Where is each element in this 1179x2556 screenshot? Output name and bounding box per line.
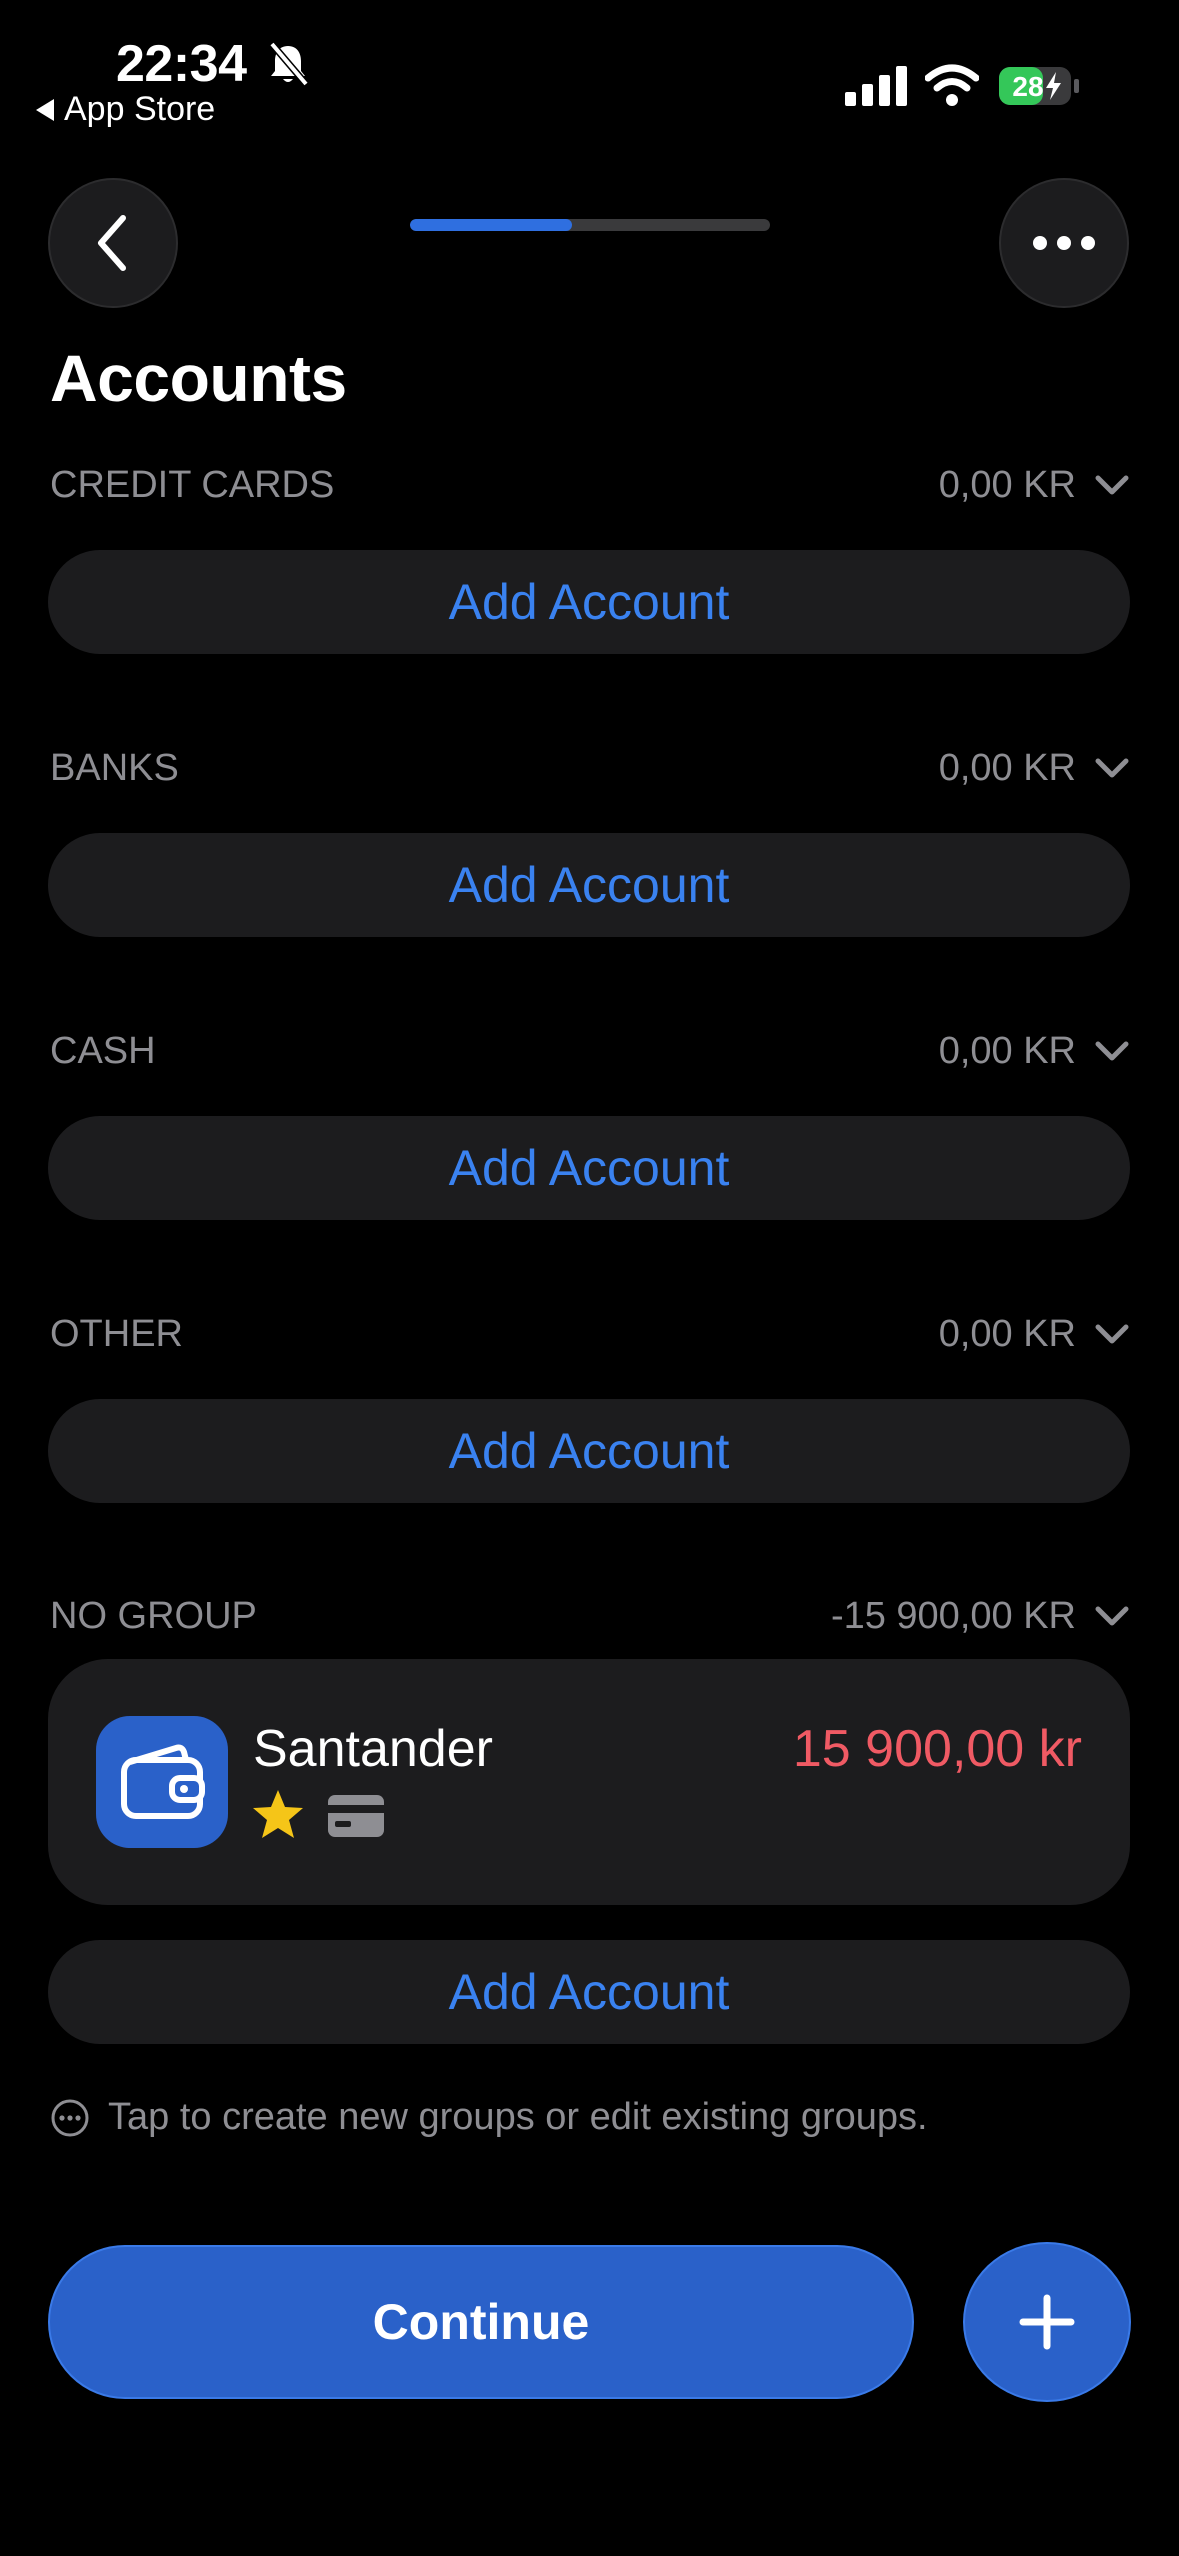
group-header-cash[interactable]: CASH 0,00 KR [50,1026,1130,1076]
group-total: 0,00 KR [938,746,1076,789]
add-account-button-credit-cards[interactable]: Add Account [48,550,1130,654]
card-icon [328,1795,384,1837]
group-header-other[interactable]: OTHER 0,00 KR [50,1309,1130,1359]
hint-text: Tap to create new groups or edit existin… [108,2096,928,2138]
group-header-banks[interactable]: BANKS 0,00 KR [50,743,1130,793]
chevron-down-icon [1095,475,1129,495]
add-account-button-no-group[interactable]: Add Account [48,1940,1130,2044]
group-name: CREDIT CARDS [50,463,335,506]
group-total: 0,00 KR [938,463,1076,506]
group-header-credit-cards[interactable]: CREDIT CARDS 0,00 KR [50,460,1130,510]
wallet-icon [96,1716,228,1848]
group-header-no-group[interactable]: NO GROUP -15 900,00 KR [50,1591,1130,1641]
battery-level: 28 [1012,71,1043,102]
continue-button[interactable]: Continue [48,2245,914,2399]
chevron-down-icon [1095,758,1129,778]
account-amount: 15 900,00 kr [792,1720,1082,1778]
add-account-button-other[interactable]: Add Account [48,1399,1130,1503]
battery-indicator: 28 [998,66,1080,106]
cellular-signal-icon [845,66,907,106]
back-triangle-icon [36,98,54,121]
group-total: 0,00 KR [938,1312,1076,1355]
more-dots-icon [1033,236,1095,250]
wifi-icon [925,64,979,106]
chevron-down-icon [1095,1324,1129,1344]
add-button[interactable] [963,2242,1131,2402]
back-to-app-store[interactable]: App Store [36,90,215,129]
onboarding-progress-bar [410,219,770,231]
back-app-label: App Store [64,90,216,128]
account-card-santander[interactable]: Santander 15 900,00 kr [48,1659,1130,1905]
bell-off-icon [269,41,309,87]
status-time: 22:34 [116,35,247,93]
add-account-button-banks[interactable]: Add Account [48,833,1130,937]
chevron-left-icon [98,215,126,271]
chevron-down-icon [1095,1041,1129,1061]
group-name: NO GROUP [50,1594,257,1637]
account-name: Santander [253,1720,493,1778]
add-account-button-cash[interactable]: Add Account [48,1116,1130,1220]
chevron-down-icon [1095,1606,1129,1626]
page-title: Accounts [50,341,347,415]
group-name: CASH [50,1029,156,1072]
ellipsis-circle-icon [51,2099,89,2136]
group-name: BANKS [50,746,179,789]
battery-icon: 28 [999,67,1079,105]
edit-groups-hint[interactable]: Tap to create new groups or edit existin… [50,2096,928,2139]
star-icon [253,1790,303,1838]
back-button[interactable] [48,178,178,308]
plus-icon [1019,2294,1075,2350]
group-name: OTHER [50,1312,183,1355]
group-total: -15 900,00 KR [830,1594,1076,1637]
more-options-button[interactable] [999,178,1129,308]
group-total: 0,00 KR [938,1029,1076,1072]
progress-fill [410,219,572,231]
